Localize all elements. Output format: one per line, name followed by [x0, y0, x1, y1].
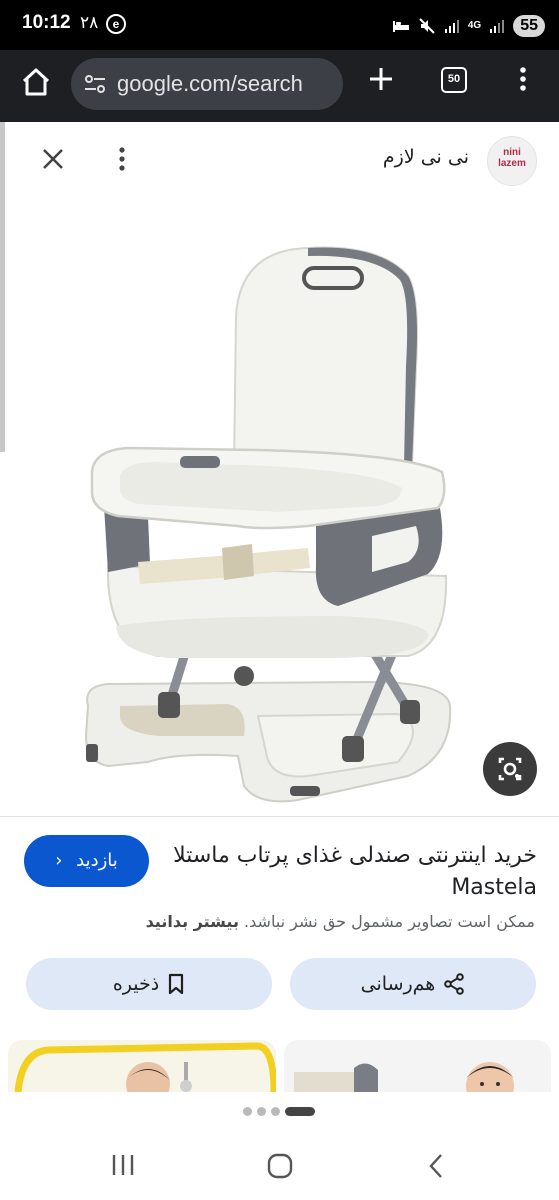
browser-toolbar: google.com/search 50 [0, 50, 559, 122]
battery-level: 55 [513, 15, 545, 37]
lens-icon [498, 757, 522, 781]
booster-chair-image [84, 246, 452, 803]
lens-search-button[interactable] [483, 742, 537, 796]
tune-icon[interactable] [83, 73, 107, 95]
share-label: هم‌رسانی [360, 973, 436, 995]
source-site-name[interactable]: نی نی لازم [383, 146, 469, 168]
status-time: 10:12 [22, 12, 71, 33]
product-image[interactable] [8, 196, 551, 816]
visit-button[interactable]: بازدید ‹ [24, 835, 149, 887]
signal-icon-2 [490, 20, 505, 33]
browser-menu-button[interactable] [513, 64, 533, 94]
more-vert-icon [119, 147, 125, 171]
save-label: ذخیره [112, 973, 160, 995]
home-button[interactable] [18, 64, 54, 100]
viewer-header: نی نی لازم nini lazem [0, 122, 559, 196]
save-button[interactable]: ذخیره [26, 958, 272, 1010]
new-tab-button[interactable] [366, 64, 396, 94]
status-date: ۲۸ [80, 13, 99, 33]
address-bar[interactable]: google.com/search [71, 58, 343, 110]
url-text[interactable]: google.com/search [117, 71, 335, 97]
share-button[interactable]: هم‌رسانی [290, 958, 536, 1010]
more-vert-icon [520, 67, 526, 91]
status-indicators: 4G 55 [392, 14, 545, 38]
bookmark-icon [169, 973, 184, 995]
network-type: 4G [467, 20, 482, 31]
notification-app-icon: e [106, 14, 126, 34]
share-icon [444, 973, 465, 995]
close-button[interactable] [38, 144, 68, 174]
source-logo-text: nini lazem [498, 147, 526, 169]
status-bar: 10:12 ۲۸ e 4G 55 [0, 0, 559, 50]
close-icon [43, 149, 63, 169]
viewer-more-button[interactable] [112, 144, 132, 174]
chevron-left-icon: ‹ [55, 850, 63, 871]
signal-icon [444, 20, 459, 33]
image-viewer: نی نی لازم nini lazem [0, 122, 559, 1200]
source-logo[interactable]: nini lazem [487, 136, 537, 186]
visit-label: بازدید [76, 850, 118, 871]
sleep-icon [392, 21, 409, 32]
mute-icon [419, 18, 435, 34]
tab-switcher-button[interactable]: 50 [441, 67, 467, 93]
home-icon [22, 68, 50, 96]
plus-icon [370, 68, 392, 90]
